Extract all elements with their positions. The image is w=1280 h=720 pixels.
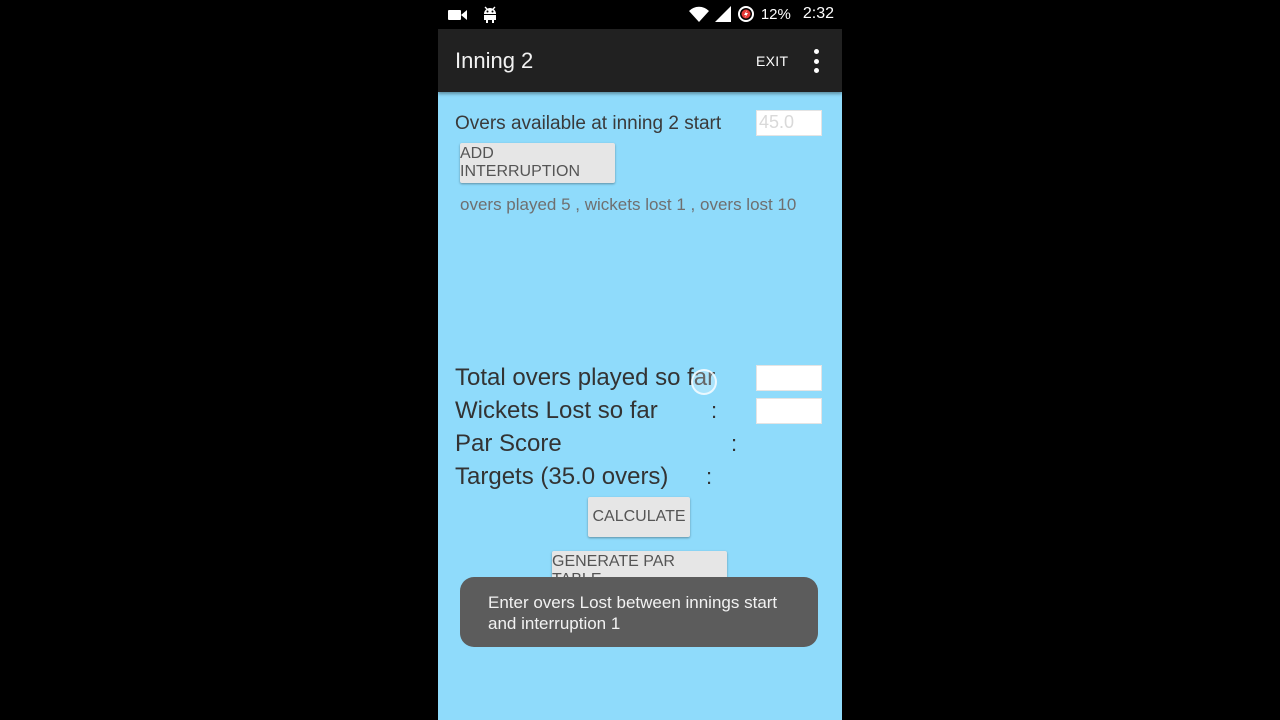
overflow-menu-icon[interactable] xyxy=(808,49,824,73)
battery-percent: 12% xyxy=(760,5,791,23)
status-bar: 12% 2:32 xyxy=(438,0,842,29)
page-title: Inning 2 xyxy=(455,48,534,73)
clock: 2:32 xyxy=(802,5,834,22)
toast-message: Enter overs Lost between innings start a… xyxy=(460,577,818,647)
exit-button[interactable]: EXIT xyxy=(756,53,788,69)
wifi-icon xyxy=(688,6,709,22)
par-score-colon: : xyxy=(731,431,738,456)
interruption-summary: overs played 5 , wickets lost 1 , overs … xyxy=(460,195,797,214)
par-score-label: Par Score xyxy=(455,430,562,457)
video-camera-icon xyxy=(448,10,467,20)
total-overs-label: Total overs played so far xyxy=(455,364,716,391)
app-bar: Inning 2 EXIT xyxy=(438,29,842,92)
signal-icon xyxy=(714,6,731,22)
overs-available-label: Overs available at inning 2 start xyxy=(455,113,722,134)
overs-available-input[interactable]: 45.0 xyxy=(756,110,822,136)
android-debug-icon xyxy=(484,6,496,23)
wickets-lost-input[interactable] xyxy=(756,398,822,424)
total-overs-input[interactable] xyxy=(756,365,822,391)
add-interruption-button[interactable]: ADD INTERRUPTION xyxy=(460,143,615,183)
targets-label: Targets (35.0 overs) xyxy=(455,463,669,490)
phone-screen: Inning 2 EXIT Overs available at inning … xyxy=(438,29,842,720)
wickets-colon: : xyxy=(711,398,718,423)
inning-form: Overs available at inning 2 start 45.0 A… xyxy=(438,92,842,720)
wickets-lost-label: Wickets Lost so far xyxy=(455,397,658,424)
targets-colon: : xyxy=(706,464,713,489)
calculate-button[interactable]: CALCULATE xyxy=(588,497,690,537)
touch-indicator xyxy=(691,369,717,395)
battery-saver-icon xyxy=(737,6,754,22)
